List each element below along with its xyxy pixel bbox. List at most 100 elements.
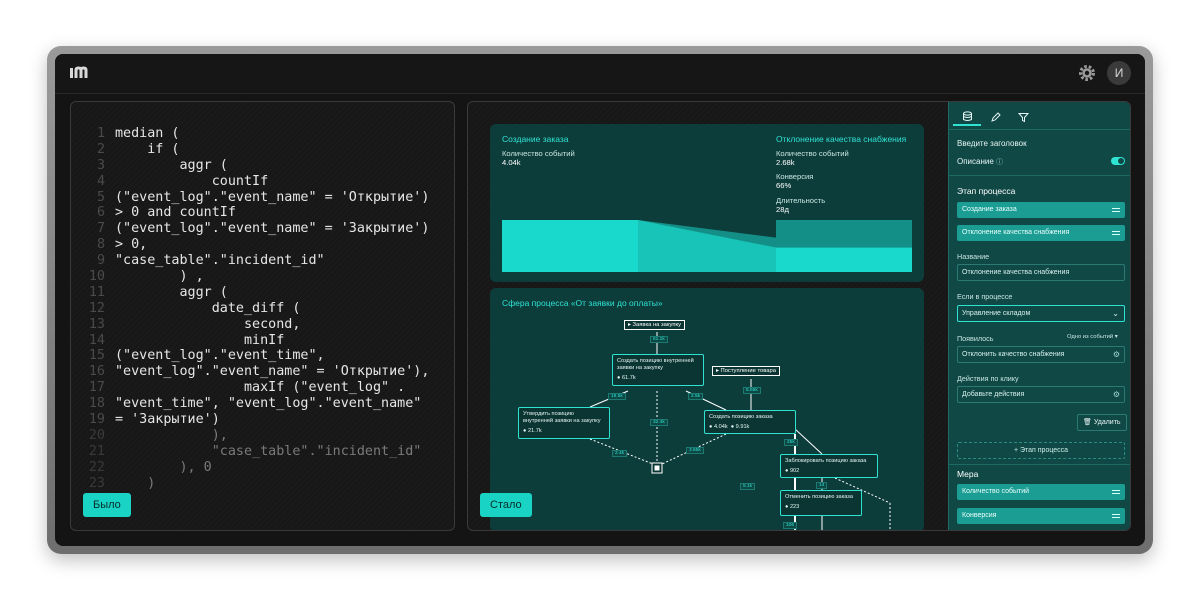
- event-arrival[interactable]: ▸ Поступление товара: [712, 366, 780, 376]
- code-line: 15 ("event_log"."event_time",: [71, 348, 454, 364]
- gear-icon[interactable]: [1077, 63, 1097, 83]
- code-text: second,: [115, 316, 301, 332]
- divider: [949, 175, 1130, 176]
- duration-label: Длительность: [776, 196, 826, 205]
- code-line: 1 median (: [71, 126, 454, 142]
- drag-handle-icon[interactable]: [1112, 208, 1120, 212]
- logo-icon[interactable]: [69, 65, 97, 81]
- funnel-right-title: Отклонение качества снабжения: [776, 134, 907, 144]
- tab-style[interactable]: [981, 108, 1009, 126]
- stage-item[interactable]: Отклонение качества снабжения: [957, 225, 1125, 241]
- gear-icon[interactable]: ⚙: [1113, 347, 1120, 362]
- node-label: Создать позицию заказа: [709, 414, 773, 420]
- line-number: 7: [96, 221, 105, 237]
- node-cancel-order[interactable]: Отменить позицию заказа ● 223: [780, 490, 862, 516]
- code-text: > 0,: [115, 237, 148, 253]
- node-metric: ● 4.04k ● 9.91k: [709, 424, 750, 430]
- code-line: 21 "case_table"."incident_id": [71, 443, 454, 460]
- node-metric: ● 21.7k: [523, 428, 542, 434]
- click-actions-label: Действия по клику: [957, 374, 1019, 383]
- title-input[interactable]: Введите заголовок: [957, 139, 1027, 148]
- line-number: 21: [88, 443, 105, 459]
- line-number: 13: [88, 316, 105, 332]
- code-text: minIf: [115, 332, 285, 348]
- process-card[interactable]: Сфера процесса «От заявки до оплаты» ▸ З…: [490, 288, 924, 530]
- chevron-down-icon: ⌄: [1112, 309, 1119, 318]
- funnel-card[interactable]: Создание заказа Количество событий 4.04k…: [490, 124, 924, 282]
- add-stage-button[interactable]: + Этап процесса: [957, 442, 1125, 459]
- code-line: 6 > 0 and countIf: [71, 205, 454, 221]
- appeared-field[interactable]: Отклонить качество снабжения ⚙: [957, 346, 1125, 363]
- code-text: aggr (: [115, 157, 228, 173]
- before-panel: 1 median (2 if (3 aggr (4 countIf 5 ("event…: [70, 101, 455, 531]
- code-line: 23 ): [71, 475, 454, 492]
- event-request[interactable]: ▸ Заявка на закупку: [624, 320, 686, 330]
- code-text: > 0 and countIf: [115, 205, 236, 221]
- line-number: 5: [96, 189, 105, 205]
- code-text: median (: [115, 126, 180, 141]
- node-create-order[interactable]: Создать позицию заказа ● 4.04k ● 9.91k: [704, 410, 796, 434]
- code-text: "case_table"."incident_id": [115, 253, 325, 269]
- edge-tag: 5.65k: [743, 387, 761, 394]
- drag-handle-icon[interactable]: [1112, 231, 1120, 235]
- code-text: aggr (: [115, 284, 228, 300]
- line-number: 15: [88, 348, 105, 364]
- line-number: 19: [88, 412, 105, 428]
- code-line: 14 minIf: [71, 332, 454, 349]
- code-text: ), 0: [115, 459, 212, 475]
- event-arrival-label: Поступление товара: [720, 368, 776, 374]
- gear-icon[interactable]: ⚙: [1113, 387, 1120, 402]
- line-number: 22: [88, 459, 105, 475]
- description-toggle[interactable]: [1111, 157, 1125, 165]
- code-line: 9 "case_table"."incident_id": [71, 253, 454, 269]
- code-editor[interactable]: 1 median (2 if (3 aggr (4 countIf 5 ("event…: [71, 126, 454, 492]
- edge-tag: 25k: [784, 439, 798, 446]
- before-button[interactable]: Было: [83, 493, 131, 517]
- funnel-bar-end-background: [776, 220, 912, 248]
- code-line: 4 countIf: [71, 174, 454, 190]
- node-create-position[interactable]: Создать позицию внутренней заявки на зак…: [612, 354, 704, 386]
- info-icon: ⓘ: [996, 159, 1004, 166]
- code-text: "event_time", "event_log"."event_name": [115, 396, 422, 412]
- appeared-mode-select[interactable]: Одно из событий ▾: [1067, 334, 1118, 340]
- code-text: ("event_log"."event_name" = 'Открытие'): [115, 189, 430, 205]
- node-label: Отменить позицию заказа: [785, 494, 853, 500]
- after-button[interactable]: Стало: [480, 493, 532, 517]
- measure-item[interactable]: Конверсия: [957, 508, 1125, 524]
- edge-tag: 5.1k: [740, 483, 756, 490]
- process-select[interactable]: Управление складом ⌄: [957, 305, 1125, 322]
- line-number: 16: [88, 364, 105, 380]
- measure-item[interactable]: Количество событий: [957, 484, 1125, 500]
- node-metric: ● 223: [785, 504, 800, 510]
- node-label: внутренней заявки на закупку: [523, 418, 601, 424]
- funnel-right-metric-value: 2.68k: [776, 158, 795, 167]
- tab-filter[interactable]: [1009, 108, 1037, 126]
- avatar[interactable]: И: [1107, 61, 1131, 85]
- stage-item[interactable]: Создание заказа: [957, 202, 1125, 218]
- name-field[interactable]: Отклонение качества снабжения: [957, 264, 1125, 281]
- line-number: 3: [96, 157, 105, 173]
- line-number: 23: [88, 475, 105, 491]
- line-number: 9: [96, 253, 105, 269]
- drag-handle-icon[interactable]: [1112, 514, 1120, 518]
- line-number: 1: [96, 126, 105, 141]
- line-number: 2: [96, 141, 105, 157]
- top-bar: И: [55, 54, 1145, 94]
- funnel-bar-start: [502, 220, 638, 272]
- node-block-order[interactable]: Заблокировать позицию заказа ● 902: [780, 454, 878, 478]
- code-text: ) ,: [115, 269, 204, 285]
- code-line: 19 = 'Закрытие'): [71, 412, 454, 428]
- edge-tag: 32.4k: [650, 419, 668, 426]
- node-metric: ● 61.7k: [617, 375, 636, 381]
- node-approve-position[interactable]: Утвердить позицию внутренней заявки на з…: [518, 407, 610, 439]
- click-actions-field[interactable]: Добавьте действия ⚙: [957, 386, 1125, 403]
- duration-value: 28д: [776, 205, 789, 214]
- drag-handle-icon[interactable]: [1112, 490, 1120, 494]
- tab-data[interactable]: [953, 108, 981, 126]
- after-panel: Создание заказа Количество событий 4.04k…: [467, 101, 1131, 531]
- edge-tag: 106: [783, 522, 798, 529]
- node-label: Заблокировать позицию заказа: [785, 458, 867, 464]
- code-text: ): [115, 475, 156, 491]
- code-line: 22 ), 0: [71, 459, 454, 476]
- delete-button[interactable]: 🗑 Удалить: [1077, 414, 1127, 431]
